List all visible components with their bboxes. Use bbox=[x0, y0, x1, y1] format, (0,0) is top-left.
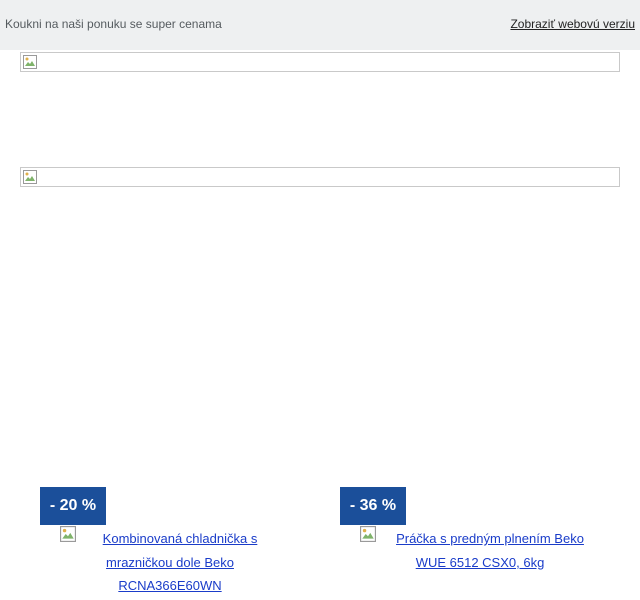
product-card: Kombinovaná chladnička s mrazničkou dole… bbox=[60, 527, 280, 598]
broken-image-icon bbox=[23, 55, 37, 69]
preheader-bar: Koukni na naši ponuku se super cenama Zo… bbox=[0, 0, 640, 50]
product-card: Práčka s predným plnením Beko WUE 6512 C… bbox=[360, 527, 600, 574]
banner-image-1[interactable] bbox=[20, 52, 620, 72]
discount-badge: - 20 % bbox=[40, 487, 106, 525]
banner-image-2[interactable] bbox=[20, 167, 620, 187]
preheader-text: Koukni na naši ponuku se super cenama bbox=[5, 17, 222, 31]
broken-image-icon bbox=[23, 170, 37, 184]
view-web-version-link[interactable]: Zobraziť webovú verziu bbox=[510, 17, 635, 31]
discount-badge: - 36 % bbox=[340, 487, 406, 525]
product-name-link[interactable]: Práčka s predným plnením Beko WUE 6512 C… bbox=[376, 531, 584, 570]
product-name-link[interactable]: Kombinovaná chladnička s mrazničkou dole… bbox=[83, 531, 258, 593]
